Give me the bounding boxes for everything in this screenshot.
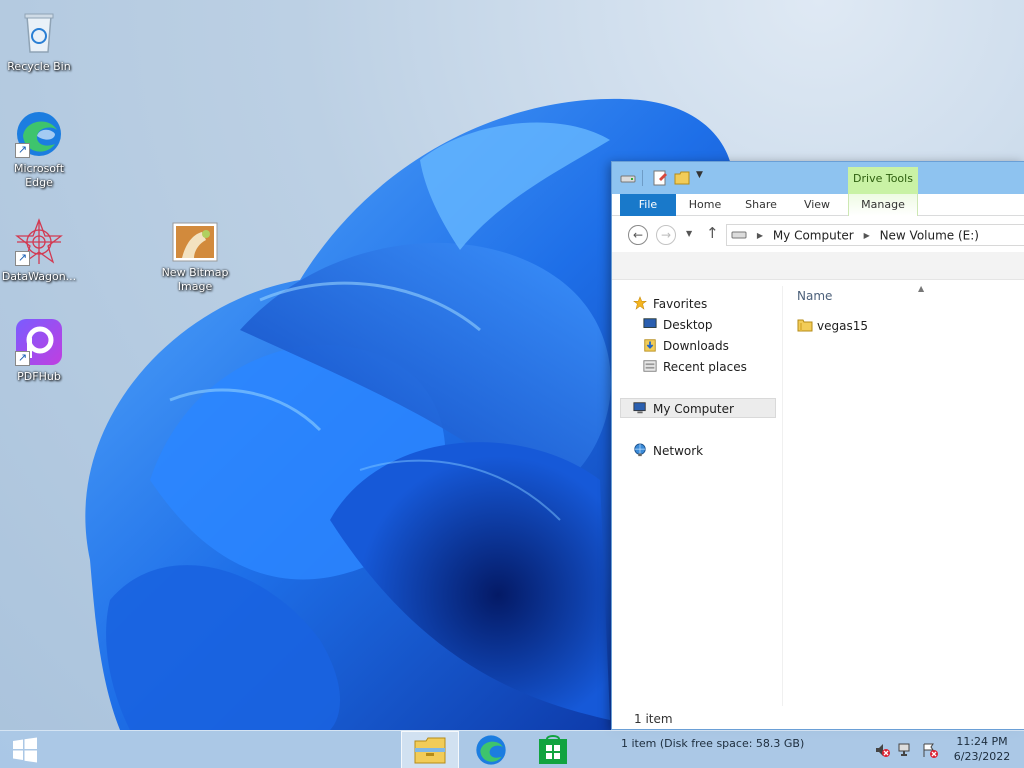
system-clock[interactable]: 11:24 PM 6/23/2022 [950, 734, 1014, 764]
taskbar-file-explorer-button[interactable] [401, 731, 459, 768]
recent-locations-icon[interactable]: ▼ [686, 229, 692, 238]
nav-item-desktop[interactable]: Desktop [642, 315, 713, 335]
drive-icon [620, 175, 636, 183]
downloads-icon [644, 339, 656, 352]
recent-places-icon [643, 360, 657, 372]
status-bar-text: 1 item (Disk free space: 58.3 GB) [621, 737, 805, 750]
contextual-tab-group: Drive Tools [848, 167, 918, 194]
nav-item-label: Downloads [663, 339, 729, 353]
qat-customize-icon[interactable]: ▼ [696, 170, 703, 186]
properties-icon[interactable] [652, 170, 668, 186]
star-icon [633, 296, 647, 310]
desktop-icon-datawagon[interactable]: ↗ DataWagon... [0, 218, 78, 284]
forward-button[interactable]: → [656, 225, 676, 245]
tab-manage[interactable]: Manage [848, 194, 918, 216]
breadcrumb-separator-icon[interactable]: ▶ [864, 231, 870, 240]
desktop-icon-label: Microsoft Edge [13, 162, 65, 189]
desktop-icon-recycle-bin[interactable]: Recycle Bin [0, 8, 78, 74]
desktop-icon-microsoft-edge[interactable]: ↗ Microsoft Edge [0, 110, 78, 190]
nav-item-my-computer[interactable]: My Computer [620, 398, 776, 418]
desktop-icon-new-bitmap-image[interactable]: New Bitmap Image [156, 222, 234, 294]
volume-muted-icon[interactable] [874, 742, 890, 758]
nav-item-label: Favorites [653, 297, 708, 311]
desktop-icon [643, 318, 657, 328]
nav-item-network[interactable]: Network [632, 441, 703, 461]
qat-divider [642, 170, 643, 186]
tab-view[interactable]: View [794, 194, 840, 216]
breadcrumb-new-volume[interactable]: New Volume (E:) [880, 229, 979, 243]
desktop-icon-pdfhub[interactable]: ↗ PDFHub [0, 318, 78, 384]
clock-time: 11:24 PM [956, 735, 1008, 748]
recycle-bin-icon [24, 13, 54, 53]
sort-ascending-icon: ▲ [918, 284, 925, 293]
new-folder-icon[interactable] [674, 170, 690, 186]
tab-file[interactable]: File [620, 194, 676, 216]
taskbar-edge-button[interactable] [462, 731, 520, 768]
bitmap-image-icon [172, 222, 218, 262]
column-header-name[interactable]: Name [797, 289, 832, 303]
ribbon-collapsed-area [612, 252, 1024, 280]
window-titlebar[interactable]: ▼ Drive Tools [612, 162, 1024, 194]
clock-date: 6/23/2022 [953, 750, 1011, 763]
navigation-bar: ← → ▼ ↑ ▶ My Computer ▶ New Volume (E:) [612, 216, 1024, 252]
nav-item-favorites[interactable]: Favorites [632, 294, 707, 314]
windows-logo-icon [13, 737, 37, 763]
nav-item-label: Recent places [663, 360, 747, 374]
taskbar-store-button[interactable] [524, 731, 582, 768]
shortcut-arrow-icon: ↗ [15, 143, 30, 158]
file-name: vegas15 [817, 319, 868, 333]
nav-item-label: Network [653, 444, 704, 458]
nav-item-recent-places[interactable]: Recent places [642, 357, 747, 377]
network-icon [634, 443, 646, 457]
computer-icon [633, 402, 646, 414]
file-list-item[interactable]: vegas15 [797, 316, 868, 336]
ribbon-tab-bar: File Home Share View Manage [612, 194, 1024, 216]
desktop-icon-label: New Bitmap Image [161, 266, 229, 293]
network-tray-icon[interactable] [898, 742, 914, 758]
tab-share[interactable]: Share [738, 194, 784, 216]
taskbar: 1 item (Disk free space: 58.3 GB) 11:24 … [0, 730, 1024, 768]
file-explorer-window[interactable]: ▼ Drive Tools File Home Share View Manag… [611, 161, 1024, 730]
edge-icon [476, 735, 506, 765]
address-bar[interactable]: ▶ My Computer ▶ New Volume (E:) [726, 224, 1024, 246]
back-button[interactable]: ← [628, 225, 648, 245]
navigation-pane: Favorites Desktop Downloads Recent place… [620, 286, 776, 706]
store-icon [539, 735, 567, 764]
file-list-pane[interactable]: ▲ Name vegas15 [782, 284, 1024, 706]
nav-item-label: My Computer [653, 402, 734, 416]
desktop-icon-label: PDFHub [17, 370, 61, 383]
nav-item-label: Desktop [663, 318, 713, 332]
desktop-icon-label: DataWagon... [1, 270, 77, 283]
file-explorer-icon [414, 737, 446, 764]
action-center-flag-icon[interactable] [922, 742, 938, 758]
drive-icon [731, 231, 747, 239]
desktop-icon-label: Recycle Bin [7, 60, 71, 73]
shortcut-arrow-icon: ↗ [15, 351, 30, 366]
tab-home[interactable]: Home [682, 194, 728, 216]
start-button[interactable] [0, 731, 50, 768]
folder-icon [797, 319, 813, 332]
breadcrumb-my-computer[interactable]: My Computer [773, 229, 854, 243]
shortcut-arrow-icon: ↗ [15, 251, 30, 266]
nav-item-downloads[interactable]: Downloads [642, 336, 729, 356]
breadcrumb-separator-icon[interactable]: ▶ [757, 231, 763, 240]
status-item-count: 1 item [634, 712, 673, 726]
up-button[interactable]: ↑ [706, 224, 719, 242]
